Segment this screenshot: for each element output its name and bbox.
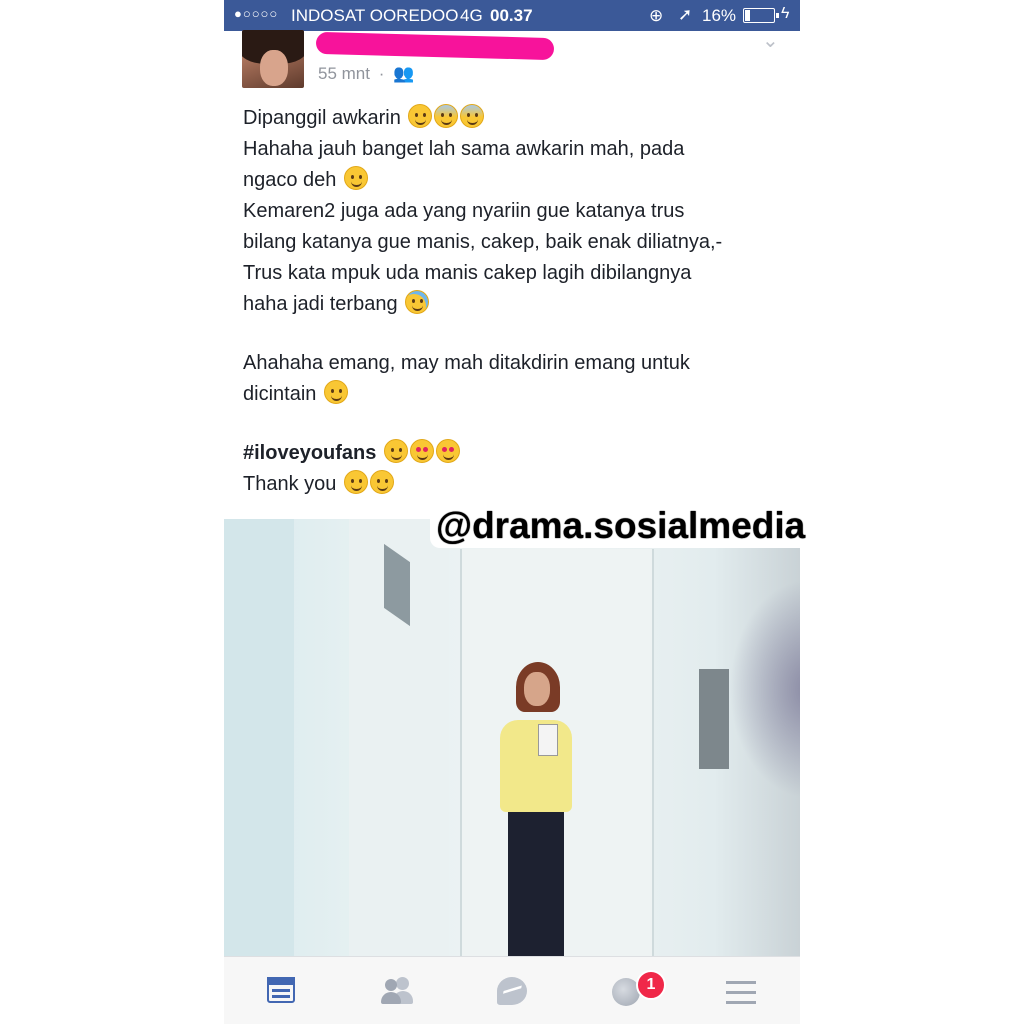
author-avatar[interactable] <box>242 30 304 88</box>
post-line: #iloveyoufans <box>243 438 783 469</box>
post-timestamp[interactable]: 55 mnt <box>318 64 370 83</box>
news-feed-icon[interactable] <box>264 975 304 1009</box>
messenger-icon[interactable] <box>494 975 534 1009</box>
rotation-lock-icon: ⊕ <box>649 6 664 25</box>
friends-icon[interactable] <box>379 975 419 1009</box>
screaming-face-icon <box>434 104 459 128</box>
post-line: haha jadi terbang <box>243 289 783 320</box>
post-line: bilang katanya gue manis, cakep, baik en… <box>243 231 723 253</box>
signal-strength: ●○○○○ <box>234 6 279 21</box>
menu-icon[interactable] <box>722 975 762 1009</box>
chevron-down-icon[interactable]: ⌄ <box>762 28 779 53</box>
post-line: Ahahaha emang, may mah ditakdirin emang … <box>243 352 690 374</box>
battery-percent: 16% <box>702 6 737 25</box>
watermark-text: @drama.sosialmedia <box>430 504 812 548</box>
post-line: Kemaren2 juga ada yang nyariin gue katan… <box>243 200 685 222</box>
post-line: Thank you <box>243 469 783 500</box>
photo-subject <box>486 662 586 956</box>
grinning-face-icon <box>408 104 433 128</box>
battery-fill <box>745 10 750 21</box>
post-line: Dipanggil awkarin <box>243 103 783 134</box>
post-line: ngaco deh <box>243 165 783 196</box>
post-line: Hahaha jauh banget lah sama awkarin mah,… <box>243 138 685 160</box>
battery-icon <box>743 8 779 23</box>
post-line: dicintain <box>243 379 783 410</box>
carrier-name: INDOSAT OOREDOO <box>291 6 459 25</box>
winking-face-icon <box>323 380 348 404</box>
bottom-navigation: 1 <box>224 956 800 1024</box>
location-arrow-icon: ➚ <box>678 5 693 24</box>
author-name-redaction[interactable] <box>315 31 555 61</box>
meta-separator: · <box>378 64 385 83</box>
notifications-globe-icon[interactable]: 1 <box>609 970 666 1009</box>
notification-badge: 1 <box>636 970 666 1000</box>
fearful-face-icon <box>460 104 485 128</box>
kissing-face-icon <box>435 439 460 463</box>
post-line: Trus kata mpuk uda manis cakep lagih dib… <box>243 262 692 284</box>
heart-eyes-face-icon <box>409 439 434 463</box>
clock: 00.37 <box>490 6 533 25</box>
status-bar: ●○○○○ INDOSAT OOREDOO 4G 00.37 ⊕ ➚ 16% ϟ <box>224 0 800 31</box>
charging-bolt-icon: ϟ <box>781 5 790 22</box>
post-text: Dipanggil awkarin Hahaha jauh banget lah… <box>243 103 783 500</box>
tears-of-joy-face-icon <box>405 290 430 314</box>
winking-face-icon <box>383 439 408 463</box>
friends-audience-icon[interactable]: 👥 <box>393 64 414 83</box>
post-meta: 55 mnt · 👥 <box>318 64 414 84</box>
grinning-face-icon <box>343 166 368 190</box>
network-type: 4G <box>460 6 483 25</box>
post-photo[interactable] <box>224 519 800 956</box>
smiling-face-icon <box>343 470 368 494</box>
winking-face-icon <box>369 470 394 494</box>
hashtag-link[interactable]: #iloveyoufans <box>243 442 376 464</box>
